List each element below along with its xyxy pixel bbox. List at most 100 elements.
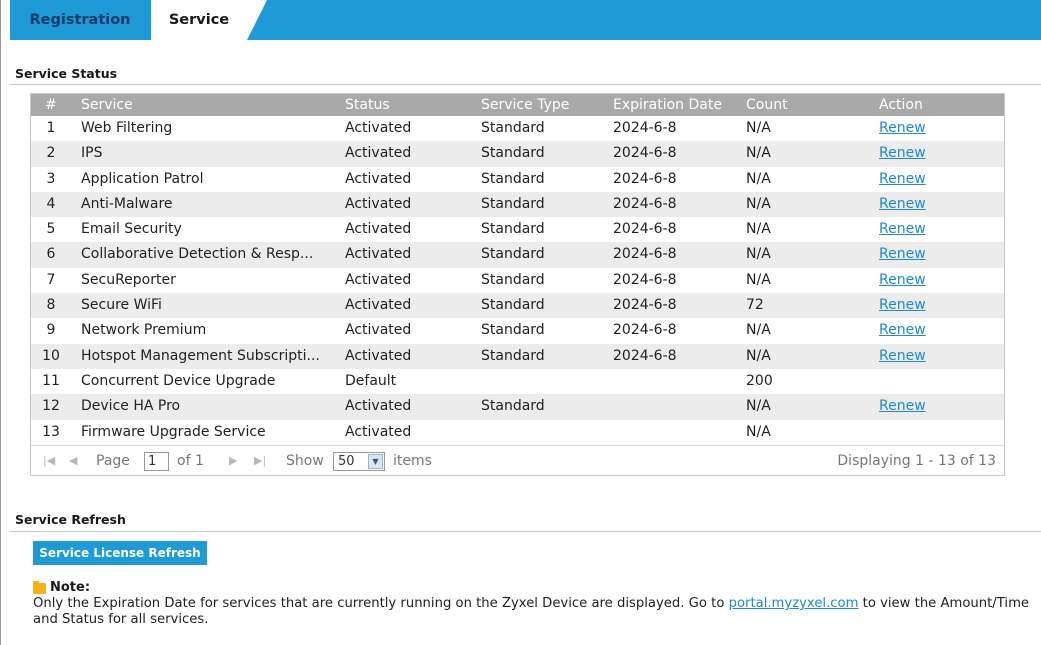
service-count: 200: [746, 372, 773, 389]
row-number: 11: [42, 372, 60, 389]
service-type: Standard: [481, 145, 545, 162]
row-number: 2: [46, 145, 56, 162]
row-number: 1: [46, 120, 56, 136]
renew-link[interactable]: Renew: [879, 116, 989, 141]
section-divider: [10, 84, 1041, 85]
page-size-value: 50: [338, 453, 355, 469]
note-title: Note:: [50, 580, 91, 595]
renew-link[interactable]: Renew: [879, 167, 989, 192]
row-number: 3: [46, 170, 56, 187]
service-license-refresh-button[interactable]: Service License Refresh: [33, 541, 207, 565]
page-number-input[interactable]: [144, 451, 169, 471]
table-row[interactable]: 11 Concurrent Device Upgrade Default 200: [31, 369, 1004, 394]
renew-link[interactable]: Renew: [879, 268, 989, 293]
table-row[interactable]: 10 Hotspot Management Subscripti... Activa…: [31, 343, 1004, 369]
service-name: Email Security: [81, 221, 182, 238]
column-header-service[interactable]: Service: [81, 94, 331, 116]
table-row[interactable]: 1 Web Filtering Activated Standard 2024-6-8 N…: [31, 116, 1004, 141]
table-row[interactable]: 13 Firmware Upgrade Service Activated N/A: [31, 420, 1004, 445]
service-status: Activated: [345, 271, 412, 288]
service-name: SecuReporter: [81, 271, 176, 288]
table-row[interactable]: 5 Email Security Activated Standard 2024-6-8…: [31, 217, 1004, 242]
column-header-expiration-date[interactable]: Expiration Date: [613, 94, 743, 116]
column-header-action[interactable]: Action: [879, 94, 989, 116]
renew-link[interactable]: Renew: [879, 293, 989, 318]
service-name: Firmware Upgrade Service: [81, 423, 266, 440]
table-row[interactable]: 8 Secure WiFi Activated Standard 2024-6-8 72 R…: [31, 293, 1004, 319]
table-header: # Service Status Service Type Expiration…: [31, 94, 1004, 116]
service-count: N/A: [746, 221, 771, 238]
tab-registration[interactable]: Registration: [20, 0, 140, 40]
page-size-select[interactable]: 50 ▼: [333, 451, 385, 471]
note-text: Only the Expiration Date for services th…: [33, 596, 1033, 628]
expiration-date: 2024-6-8: [613, 322, 677, 339]
renew-link[interactable]: Renew: [879, 217, 989, 242]
first-page-icon[interactable]: |◀: [43, 446, 55, 476]
row-number: 8: [46, 297, 56, 314]
row-number: 9: [46, 322, 56, 339]
expiration-date: 2024-6-8: [613, 297, 677, 314]
table-row[interactable]: 2 IPS Activated Standard 2024-6-8 N/A Renew: [31, 141, 1004, 167]
service-refresh-title: Service Refresh: [15, 512, 126, 527]
renew-link[interactable]: Renew: [879, 141, 989, 166]
service-count: 72: [746, 297, 764, 314]
row-number: 5: [46, 221, 56, 238]
service-name: Web Filtering: [81, 120, 173, 136]
service-status: Activated: [345, 221, 412, 238]
service-status: Activated: [345, 246, 412, 263]
note-text-before: Only the Expiration Date for services th…: [33, 596, 729, 611]
column-header-status[interactable]: Status: [345, 94, 465, 116]
renew-link[interactable]: Renew: [879, 192, 989, 217]
service-count: N/A: [746, 120, 771, 136]
table-pager: |◀ ◀ Page of 1 ▶ ▶| Show 50 ▼ items Disp…: [31, 444, 1004, 476]
row-number: 10: [42, 347, 60, 364]
table-row[interactable]: 7 SecuReporter Activated Standard 2024-6-8 N/…: [31, 268, 1004, 293]
service-type: Standard: [481, 246, 545, 263]
service-name: Concurrent Device Upgrade: [81, 372, 276, 389]
tab-bar: Registration Service: [10, 0, 1041, 40]
service-count: N/A: [746, 170, 771, 187]
expiration-date: 2024-6-8: [613, 145, 677, 162]
displaying-count: Displaying 1 - 13 of 13: [837, 452, 996, 469]
renew-link[interactable]: Renew: [879, 344, 989, 369]
table-row[interactable]: 4 Anti-Malware Activated Standard 2024-6-8 N/…: [31, 191, 1004, 218]
service-type: Standard: [481, 120, 545, 136]
expiration-date: 2024-6-8: [613, 195, 677, 212]
table-row[interactable]: 6 Collaborative Detection & Resp... Activa…: [31, 242, 1004, 268]
renew-link[interactable]: Renew: [879, 318, 989, 343]
table-row[interactable]: 3 Application Patrol Activated Standard 2024…: [31, 167, 1004, 192]
column-header-number[interactable]: #: [31, 94, 71, 116]
table-row[interactable]: 12 Device HA Pro Activated Standard N/A Renew: [31, 394, 1004, 420]
renew-link[interactable]: Renew: [879, 394, 989, 419]
service-count: N/A: [746, 271, 771, 288]
expiration-date: 2024-6-8: [613, 271, 677, 288]
show-label: Show: [286, 452, 324, 469]
last-page-icon[interactable]: ▶|: [254, 446, 266, 476]
column-header-count[interactable]: Count: [746, 94, 856, 116]
service-name: IPS: [81, 145, 103, 162]
chevron-down-icon[interactable]: ▼: [368, 453, 383, 469]
tab-service[interactable]: Service: [151, 0, 247, 40]
service-count: N/A: [746, 246, 771, 263]
table-row[interactable]: 9 Network Premium Activated Standard 2024-6-…: [31, 318, 1004, 343]
row-number: 7: [46, 271, 56, 288]
previous-page-icon[interactable]: ◀: [69, 446, 77, 476]
service-count: N/A: [746, 195, 771, 212]
myzyxel-portal-link[interactable]: portal.myzyxel.com: [729, 596, 859, 611]
expiration-date: 2024-6-8: [613, 170, 677, 187]
service-type: Standard: [481, 170, 545, 187]
service-name: Secure WiFi: [81, 297, 162, 314]
service-count: N/A: [746, 423, 771, 440]
row-number: 12: [42, 398, 60, 415]
note-icon: [33, 581, 46, 594]
service-name: Application Patrol: [81, 170, 204, 187]
next-page-icon[interactable]: ▶: [229, 446, 237, 476]
service-type: Standard: [481, 195, 545, 212]
service-name: Collaborative Detection & Resp...: [81, 246, 314, 263]
tab-service-slant: [247, 0, 267, 40]
column-header-service-type[interactable]: Service Type: [481, 94, 601, 116]
expiration-date: 2024-6-8: [613, 347, 677, 364]
section-divider: [10, 531, 1041, 532]
row-number: 6: [46, 246, 56, 263]
renew-link[interactable]: Renew: [879, 242, 989, 267]
